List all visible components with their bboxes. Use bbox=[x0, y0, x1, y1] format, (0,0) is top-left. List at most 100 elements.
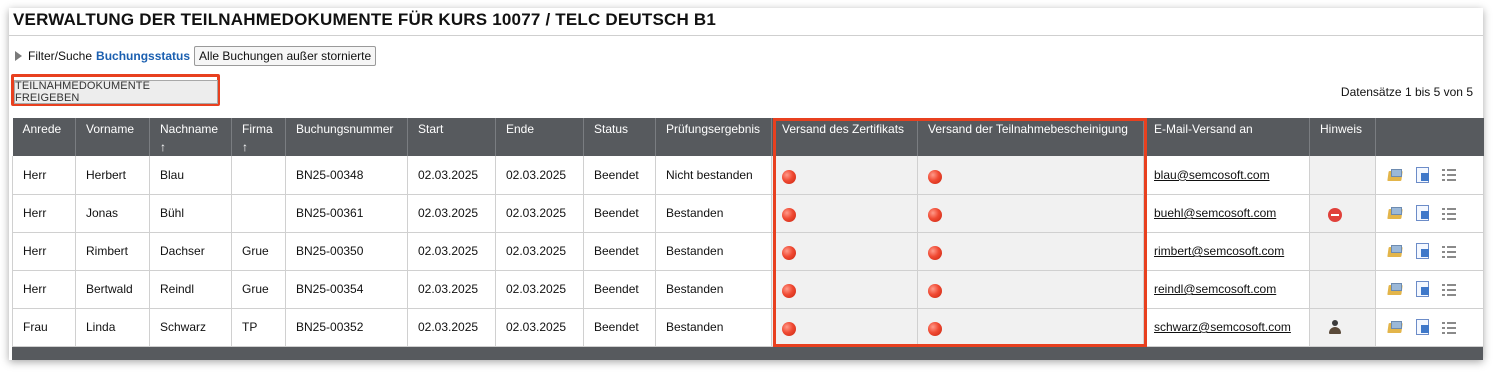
cell-vorname: Linda bbox=[75, 308, 150, 347]
cell-actions bbox=[1375, 232, 1484, 271]
list-icon[interactable] bbox=[1442, 244, 1456, 258]
cell-ergebnis: Bestanden bbox=[655, 194, 772, 233]
attendance-status-dot-icon[interactable] bbox=[928, 322, 942, 336]
cell-status: Beendet bbox=[583, 194, 656, 233]
cell-status: Beendet bbox=[583, 232, 656, 271]
email-link[interactable]: reindl@semcosoft.com bbox=[1154, 282, 1276, 296]
certificate-status-dot-icon[interactable] bbox=[782, 208, 796, 222]
cell-anrede: Herr bbox=[12, 270, 76, 309]
cell-ende: 02.03.2025 bbox=[495, 232, 584, 271]
attendance-status-dot-icon[interactable] bbox=[928, 208, 942, 222]
list-icon[interactable] bbox=[1442, 320, 1456, 334]
col-header-pruefungsergebnis[interactable]: Prüfungsergebnis bbox=[655, 118, 772, 156]
cell-nachname: Bühl bbox=[149, 194, 232, 233]
cell-versand-teilnahme bbox=[917, 156, 1144, 195]
cell-nachname: Dachser bbox=[149, 232, 232, 271]
document-icon[interactable] bbox=[1416, 205, 1430, 221]
col-header-anrede[interactable]: Anrede bbox=[12, 118, 76, 156]
cell-versand-zertifikat bbox=[771, 270, 918, 309]
email-link[interactable]: buehl@semcosoft.com bbox=[1154, 206, 1276, 220]
cell-vorname: Rimbert bbox=[75, 232, 150, 271]
cell-actions bbox=[1375, 156, 1484, 195]
cell-versand-zertifikat bbox=[771, 308, 918, 347]
certificate-status-dot-icon[interactable] bbox=[782, 169, 796, 184]
cell-buchungsnummer: BN25-00354 bbox=[285, 270, 408, 309]
cell-ergebnis: Bestanden bbox=[655, 270, 772, 309]
cell-vorname: Herbert bbox=[75, 156, 150, 195]
attendance-status-dot-icon[interactable] bbox=[928, 169, 942, 184]
cell-email: buehl@semcosoft.com bbox=[1143, 194, 1310, 233]
cell-ende: 02.03.2025 bbox=[495, 156, 584, 195]
cell-versand-zertifikat bbox=[771, 156, 918, 195]
table-row[interactable]: Frau Linda Schwarz TP BN25-00352 02.03.2… bbox=[12, 308, 1484, 347]
filter-label[interactable]: Filter/Suche bbox=[28, 49, 92, 63]
folder-edit-icon[interactable] bbox=[1388, 283, 1404, 295]
table-row[interactable]: Herr Herbert Blau BN25-00348 02.03.2025 … bbox=[12, 156, 1484, 195]
cell-actions bbox=[1375, 194, 1484, 233]
stop-icon[interactable] bbox=[1328, 207, 1342, 222]
cell-versand-teilnahme bbox=[917, 308, 1144, 347]
col-header-vorname[interactable]: Vorname bbox=[75, 118, 150, 156]
cell-firma bbox=[231, 156, 286, 195]
cell-ergebnis: Bestanden bbox=[655, 308, 772, 347]
filter-key: Buchungsstatus bbox=[96, 49, 191, 63]
folder-edit-icon[interactable] bbox=[1388, 321, 1404, 333]
page-title: VERWALTUNG DER TEILNAHMEDOKUMENTE FÜR KU… bbox=[13, 10, 717, 29]
certificate-status-dot-icon[interactable] bbox=[782, 284, 796, 298]
col-header-versand-teilnahme[interactable]: Versand der Teilnahmebescheinigung bbox=[917, 118, 1144, 156]
cell-firma: TP bbox=[231, 308, 286, 347]
cell-start: 02.03.2025 bbox=[407, 308, 496, 347]
col-header-nachname[interactable]: Nachname ↑ bbox=[149, 118, 232, 156]
cell-nachname: Blau bbox=[149, 156, 232, 195]
cell-nachname: Schwarz bbox=[149, 308, 232, 347]
col-header-versand-zertifikat[interactable]: Versand des Zertifikats bbox=[771, 118, 918, 156]
document-icon[interactable] bbox=[1416, 166, 1430, 183]
cell-status: Beendet bbox=[583, 308, 656, 347]
col-header-firma[interactable]: Firma ↑ bbox=[231, 118, 286, 156]
person-icon[interactable] bbox=[1328, 320, 1342, 335]
cell-hinweis bbox=[1309, 232, 1376, 271]
certificate-status-dot-icon[interactable] bbox=[782, 246, 796, 260]
list-icon[interactable] bbox=[1442, 206, 1456, 220]
cell-start: 02.03.2025 bbox=[407, 156, 496, 195]
list-icon[interactable] bbox=[1442, 282, 1456, 296]
filter-bar: Filter/Suche Buchungsstatus Alle Buchung… bbox=[15, 46, 377, 66]
cell-buchungsnummer: BN25-00348 bbox=[285, 156, 408, 195]
booking-status-select[interactable]: Alle Buchungen außer stornierte bbox=[194, 46, 377, 66]
col-header-email[interactable]: E-Mail-Versand an bbox=[1143, 118, 1310, 156]
list-icon[interactable] bbox=[1442, 168, 1456, 182]
col-header-hinweis[interactable]: Hinweis bbox=[1309, 118, 1376, 156]
certificate-status-dot-icon[interactable] bbox=[782, 322, 796, 336]
col-header-status[interactable]: Status bbox=[583, 118, 656, 156]
document-icon[interactable] bbox=[1416, 281, 1430, 297]
table-row[interactable]: Herr Bertwald Reindl Grue BN25-00354 02.… bbox=[12, 270, 1484, 309]
attendance-status-dot-icon[interactable] bbox=[928, 246, 942, 260]
cell-anrede: Herr bbox=[12, 194, 76, 233]
email-link[interactable]: blau@semcosoft.com bbox=[1154, 168, 1270, 182]
cell-versand-zertifikat bbox=[771, 232, 918, 271]
cell-actions bbox=[1375, 270, 1484, 309]
cell-versand-teilnahme bbox=[917, 194, 1144, 233]
cell-firma: Grue bbox=[231, 232, 286, 271]
col-header-actions bbox=[1375, 118, 1484, 156]
cell-status: Beendet bbox=[583, 270, 656, 309]
folder-edit-icon[interactable] bbox=[1388, 245, 1404, 257]
expand-triangle-icon[interactable] bbox=[15, 51, 22, 61]
email-link[interactable]: rimbert@semcosoft.com bbox=[1154, 244, 1284, 258]
release-documents-button[interactable]: TEILNAHMEDOKUMENTE FREIGEBEN bbox=[14, 80, 218, 104]
cell-ende: 02.03.2025 bbox=[495, 270, 584, 309]
document-icon[interactable] bbox=[1416, 243, 1430, 259]
cell-anrede: Herr bbox=[12, 232, 76, 271]
col-header-start[interactable]: Start bbox=[407, 118, 496, 156]
col-header-buchungsnummer[interactable]: Buchungsnummer bbox=[285, 118, 408, 156]
document-icon[interactable] bbox=[1416, 319, 1430, 335]
table-row[interactable]: Herr Rimbert Dachser Grue BN25-00350 02.… bbox=[12, 232, 1484, 271]
attendance-status-dot-icon[interactable] bbox=[928, 284, 942, 298]
cell-buchungsnummer: BN25-00352 bbox=[285, 308, 408, 347]
folder-edit-icon[interactable] bbox=[1388, 207, 1404, 219]
cell-versand-teilnahme bbox=[917, 232, 1144, 271]
col-header-ende[interactable]: Ende bbox=[495, 118, 584, 156]
table-row[interactable]: Herr Jonas Bühl BN25-00361 02.03.2025 02… bbox=[12, 194, 1484, 233]
folder-edit-icon[interactable] bbox=[1388, 168, 1404, 181]
email-link[interactable]: schwarz@semcosoft.com bbox=[1154, 320, 1291, 334]
